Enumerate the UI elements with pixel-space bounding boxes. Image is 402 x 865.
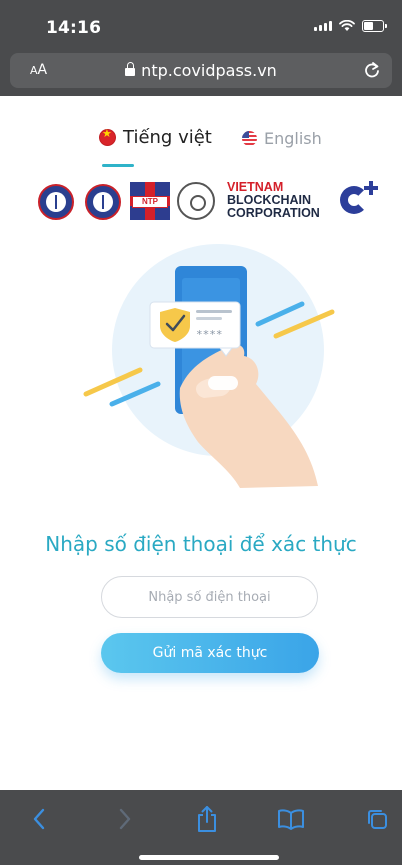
wifi-icon (339, 20, 355, 31)
share-button[interactable] (192, 804, 222, 834)
ntp-logo-label: NTP (132, 196, 168, 208)
covid-plus-logo (340, 180, 380, 220)
tab-language-english-label: English (264, 129, 322, 148)
tabs-icon (368, 810, 387, 829)
vietnam-flag-icon (100, 127, 115, 145)
url-text: ntp.covidpass.vn (141, 61, 277, 80)
form-title: Nhập số điện thoại để xác thực (45, 532, 357, 556)
browser-top-chrome: 14:16 AA ntp.covidpass.vn (0, 0, 402, 96)
url-display[interactable]: ntp.covidpass.vn (10, 61, 392, 80)
ntp-logo: NTP (130, 182, 170, 220)
tab-language-english[interactable]: English (242, 129, 322, 148)
phone-verification-illustration: **** (83, 244, 335, 488)
address-bar[interactable]: AA ntp.covidpass.vn (10, 53, 392, 88)
phone-number-input[interactable] (101, 576, 318, 618)
home-indicator[interactable] (139, 855, 279, 860)
back-button[interactable] (24, 804, 54, 834)
chevron-right-icon (119, 808, 131, 830)
ministry-of-health-logo-2 (85, 184, 121, 220)
status-time: 14:16 (46, 18, 102, 38)
battery-icon (362, 20, 387, 32)
pin-mask-text: **** (196, 328, 223, 341)
book-icon (278, 809, 304, 830)
us-flag-icon (242, 131, 257, 146)
send-verification-code-button[interactable]: Gửi mã xác thực (101, 633, 319, 673)
active-tab-indicator (102, 164, 134, 167)
share-icon (198, 806, 216, 832)
tab-language-vietnamese-label: Tiếng việt (123, 127, 212, 148)
ministry-of-health-logo-1 (38, 184, 74, 220)
bookmarks-button[interactable] (276, 804, 306, 834)
blockchain-emblem-logo (177, 182, 215, 220)
reload-icon[interactable] (362, 59, 382, 81)
tabs-button[interactable] (362, 804, 392, 834)
forward-button[interactable] (110, 804, 140, 834)
lock-icon (125, 62, 136, 76)
status-icons (314, 20, 387, 32)
cellular-signal-icon (314, 21, 332, 31)
chevron-left-icon (33, 808, 45, 830)
vietnam-blockchain-logo: VIETNAM BLOCKCHAIN CORPORATION (227, 180, 320, 220)
tab-language-vietnamese[interactable]: Tiếng việt (100, 127, 212, 148)
browser-bottom-toolbar (0, 790, 402, 865)
